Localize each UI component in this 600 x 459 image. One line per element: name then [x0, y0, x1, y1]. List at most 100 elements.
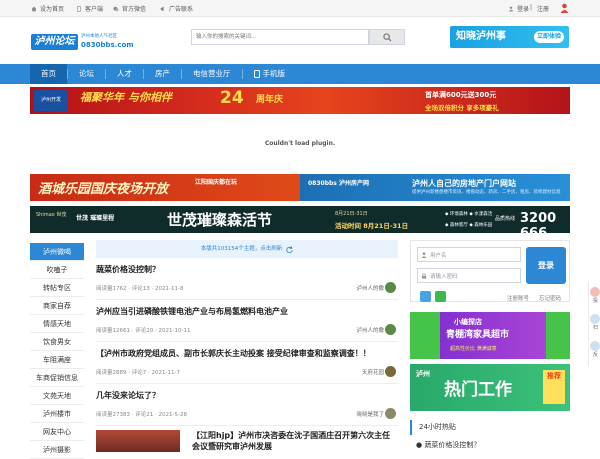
qq-icon[interactable]	[420, 291, 431, 302]
lock-icon	[421, 272, 427, 279]
sidebar-item-cars[interactable]: 车阻满座	[30, 351, 84, 369]
nav-item-home[interactable]: 首页	[30, 64, 67, 84]
password-placeholder: 请输入密码	[430, 273, 458, 280]
sidebar-item-emotion[interactable]: 情感天地	[30, 315, 84, 333]
site-logo[interactable]: 泸州论坛 泸州本地人气社区 0830bbs.com	[31, 31, 134, 53]
banner-slogan: 福聚华年 与你相伴	[80, 91, 172, 104]
shimao-event-time: 活动时间 8月21日-31日	[335, 222, 409, 230]
register-label: 注册	[537, 6, 550, 13]
sidebar-item-chuikezi[interactable]: 吹嗑子	[30, 261, 84, 279]
feed-refresh-text: 本版共103154个主题，点击刷新	[200, 246, 283, 252]
park-banner-text: 酒城乐园国庆夜场开放	[38, 182, 169, 197]
property-banner-title: 泸州人自己的房地产门户网站	[412, 179, 516, 188]
shimao-banner[interactable]: Shimao 世茂 世茂 璀璨里程 世茂璀璨森活节 8月21日-31日 活动时间…	[30, 206, 570, 233]
anniversary-banner[interactable]: 泸州开发 福聚华年 与你相伴 24 周年庆 首单满600元送300元 全场双倍积…	[30, 87, 570, 114]
search-box	[191, 29, 369, 45]
shimao-phone: 3200 666	[520, 211, 557, 233]
register-link[interactable]: 注册	[537, 4, 549, 13]
post-thumbnail[interactable]	[96, 430, 180, 452]
nav-item-talent[interactable]: 人才	[106, 64, 143, 84]
banner-promo-line2: 全场双倍积分 享多项豪礼	[425, 104, 499, 112]
nav-item-property[interactable]: 房产	[144, 64, 181, 84]
banner-anniversary-number: 24	[220, 88, 244, 108]
register-account-link[interactable]: 注册账号	[507, 294, 529, 302]
list-item[interactable]: 泸州应当引进磷酸铁锂电池产业与布局氢燃料电池产业 阅读量12661 · 评论20…	[96, 306, 398, 342]
contribute-icon[interactable]	[590, 287, 600, 297]
client-link[interactable]: 客户端	[76, 4, 103, 13]
password-field[interactable]: 请输入密码	[417, 268, 521, 283]
park-banner[interactable]: 酒城乐园国庆夜场开放 江阳国庆都在玩	[30, 174, 300, 201]
sidebar-item-photography[interactable]: 泸州摄影	[30, 441, 84, 459]
post-feed: 本版共103154个主题，点击刷新 蔬菜价格没控制？ 阅读量1762 · 评论1…	[96, 240, 398, 452]
post-author[interactable]: 泸州人的撒	[356, 284, 384, 292]
sidebar-item-merchant[interactable]: 商家自荐	[30, 297, 84, 315]
dual-banner: 酒城乐园国庆夜场开放 江阳国庆都在玩 0830bbs 泸州房产网 泸州人自己的房…	[30, 174, 570, 201]
post-title[interactable]: 泸州应当引进磷酸铁锂电池产业与布局氢燃料电池产业	[96, 306, 398, 317]
hot-post-item[interactable]: ● 蔬菜价格没控制？	[416, 440, 480, 450]
search-icon	[382, 32, 392, 42]
post-title[interactable]: 蔬菜价格没控制？	[96, 264, 398, 275]
header-ad[interactable]: 知晓泸州事 立即体验	[450, 26, 569, 48]
sidebar-item-realestate[interactable]: 泸州楼市	[30, 405, 84, 423]
sidebar-item-user-center[interactable]: 网友中心	[30, 423, 84, 441]
header-ad-cta: 立即体验	[533, 31, 564, 43]
logo-tagline: 泸州本地人气社区	[81, 34, 117, 39]
client-label: 客户端	[85, 6, 104, 13]
set-home-link[interactable]: 设为首页	[31, 4, 64, 13]
username-field[interactable]: 用户名	[417, 247, 521, 262]
sidebar-item-literature[interactable]: 文苑天地	[30, 387, 84, 405]
nav-item-telecom[interactable]: 电信营业厅	[182, 64, 242, 84]
sidebar-item-weihe[interactable]: 泸州微喝	[30, 243, 84, 261]
nav-item-mobile[interactable]: 手机版	[243, 64, 297, 84]
post-author[interactable]: 天府花园	[362, 368, 384, 376]
feed-refresh-banner[interactable]: 本版共103154个主题，点击刷新	[96, 240, 398, 258]
search-input[interactable]	[192, 30, 368, 44]
avatar[interactable]	[385, 366, 396, 377]
jobs-ad[interactable]: 泸州 热门工作 推荐	[410, 364, 570, 411]
header-ad-text: 知晓泸州事	[456, 31, 506, 42]
login-label: 登录	[517, 6, 530, 13]
list-item[interactable]: 几年没来论坛了？ 阅读量27383 · 评论21 · 2021-5-28 晓晓是…	[96, 390, 398, 426]
property-banner[interactable]: 0830bbs 泸州房产网 泸州人自己的房地产门户网站 提供泸州新楼盘楼市资讯、…	[300, 174, 570, 201]
post-title[interactable]: 【泸州市政府党组成员、副市长郭庆长主动投案 接受纪律审查和监察调查！！	[96, 348, 398, 359]
sidebar-item-repost[interactable]: 转帖专区	[30, 279, 84, 297]
furniture-ad-line2: 青棚湾家具超市	[446, 330, 510, 340]
mobile-icon	[253, 70, 260, 78]
post-author[interactable]: 晓晓是我了	[356, 410, 384, 418]
contribute-label: 投	[593, 298, 599, 304]
post-author[interactable]: 泸州人的撒	[356, 326, 384, 334]
sidebar-item-car-promo[interactable]: 车商促销信息	[30, 369, 84, 387]
divider	[96, 299, 398, 300]
post-title[interactable]: 【江阳hjp】泸州市决咨委在沈子国酒庄召开第六次主任会议暨研究审泸州发展	[192, 430, 398, 452]
ad-decoration	[410, 312, 440, 359]
login-panel: 用户名 请输入密码 登录 注册账号 忘记密码	[410, 240, 570, 302]
shimao-tags-2: ◆ 森林客厅 ◆ 森林乐园	[445, 223, 493, 228]
furniture-ad[interactable]: 小编探店 青棚湾家具超市 超高性价比 满满诚意	[410, 312, 570, 359]
avatar[interactable]	[385, 282, 396, 293]
feedback-icon[interactable]	[590, 341, 600, 351]
qr-scan-icon[interactable]	[590, 314, 600, 324]
top-bar: 设为首页 客户端 官方微信 广告联系 登录 | 注册	[0, 0, 600, 17]
list-item[interactable]: 【泸州市政府党组成员、副市长郭庆长主动投案 接受纪律审查和监察调查！！ 阅读量2…	[96, 348, 398, 384]
ad-decoration	[546, 312, 570, 359]
user-icon	[508, 6, 514, 11]
login-button[interactable]: 登录	[526, 247, 566, 284]
divider	[96, 341, 398, 342]
forgot-password-link[interactable]: 忘记密码	[539, 294, 561, 302]
list-item[interactable]: 蔬菜价格没控制？ 阅读量1762 · 评论13 · 2021-11-8 泸州人的…	[96, 264, 398, 300]
ad-contact-link[interactable]: 广告联系	[160, 4, 193, 13]
post-title[interactable]: 几年没来论坛了？	[96, 390, 398, 401]
feedback-label: 反	[593, 352, 599, 358]
wechat-link[interactable]: 官方微信	[113, 4, 146, 13]
list-item[interactable]: 【江阳hjp】泸州市决咨委在沈子国酒庄召开第六次主任会议暨研究审泸州发展	[96, 430, 398, 452]
avatar[interactable]	[560, 3, 569, 13]
nav-item-forum[interactable]: 论坛	[68, 64, 105, 84]
jobs-ad-title: 热门工作	[444, 380, 512, 400]
wechat-login-icon[interactable]	[435, 291, 446, 302]
avatar[interactable]	[385, 408, 396, 419]
login-link[interactable]: 登录	[508, 4, 529, 13]
sidebar-item-food[interactable]: 饮食男女	[30, 333, 84, 351]
shimao-event-date: 8月21日-31日	[335, 211, 368, 217]
search-button[interactable]	[369, 29, 405, 45]
avatar[interactable]	[385, 324, 396, 335]
